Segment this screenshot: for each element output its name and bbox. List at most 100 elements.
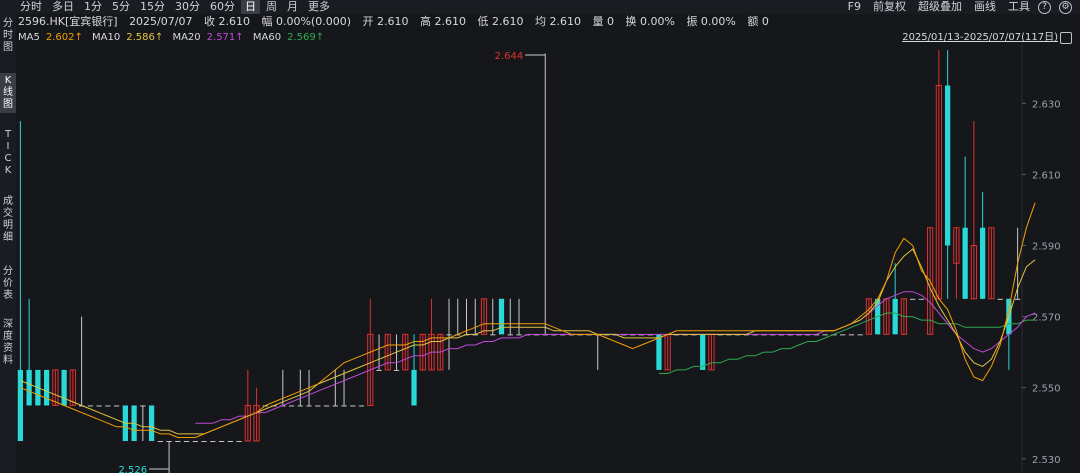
sidebar-tab[interactable]: K线图 <box>0 73 16 113</box>
candle-body <box>341 405 347 407</box>
period-tab[interactable]: 5分 <box>108 0 134 14</box>
candle-body <box>192 441 198 443</box>
candle-body <box>980 227 986 299</box>
candle-body <box>446 334 452 336</box>
sidebar-tab[interactable]: 深度资料 <box>0 317 16 369</box>
ma20-value: 2.571↑ <box>206 32 244 43</box>
quote-open: 开 2.610 <box>362 15 409 28</box>
stock-code: 2596.HK[宜宾银行] <box>18 15 118 28</box>
period-tab[interactable]: 日 <box>241 0 260 14</box>
candle-body <box>218 441 225 443</box>
ma20-label: MA20 <box>172 32 201 43</box>
candle-body <box>26 369 32 406</box>
candle-body <box>315 405 321 407</box>
quote-high: 高 2.610 <box>419 15 466 28</box>
candle-body <box>507 334 513 336</box>
period-tab[interactable]: 分时 <box>16 0 46 14</box>
ma60-value: 2.569↑ <box>287 32 325 43</box>
candle-body <box>105 405 111 407</box>
candle-body <box>166 441 172 443</box>
quote-amplitude: 振 0.00% <box>686 15 736 28</box>
candle-body <box>227 441 233 443</box>
period-tab[interactable]: 15分 <box>136 0 169 14</box>
candle-body <box>700 334 706 370</box>
period-tab[interactable]: 周 <box>262 0 281 14</box>
period-tab[interactable]: 60分 <box>206 0 239 14</box>
period-tab[interactable]: 30分 <box>171 0 204 14</box>
y-tick-label: 2.570 <box>1032 313 1061 324</box>
candle-body <box>376 369 382 371</box>
candle-body <box>183 441 190 443</box>
annotation-label: 2.526 <box>118 465 147 473</box>
candle-body <box>140 405 146 407</box>
candle-body <box>61 369 67 406</box>
candle-body <box>498 298 505 335</box>
ma20-line <box>195 291 1036 424</box>
candle-body <box>393 369 400 371</box>
quote-low: 低 2.610 <box>477 15 524 28</box>
candle-body <box>411 369 417 406</box>
y-tick-label: 2.530 <box>1032 455 1061 466</box>
y-tick-label: 2.590 <box>1032 241 1061 252</box>
ma5-value: 2.602↑ <box>45 32 83 43</box>
calendar-icon[interactable] <box>1060 32 1072 44</box>
candle-body <box>236 441 242 443</box>
candle-body <box>210 441 216 443</box>
settings-icon[interactable]: ⚙ <box>1059 0 1072 14</box>
quote-turnover: 换 0.00% <box>625 15 675 28</box>
candle-body <box>43 369 50 406</box>
sidebar-tab[interactable]: TICK <box>0 127 16 179</box>
ma-legend: MA5 2.602↑ MA10 2.586↑ MA20 2.571↑ MA60 2.56… <box>18 31 330 45</box>
candle-body <box>148 405 155 442</box>
candle-body <box>1015 298 1021 300</box>
quote-amount: 额 0 <box>747 15 769 28</box>
candle-body <box>17 369 23 442</box>
candle-body <box>656 334 662 370</box>
candle-body <box>945 85 951 246</box>
y-tick-label: 2.630 <box>1032 99 1061 110</box>
candle-body <box>848 334 855 336</box>
quote-avg: 均 2.610 <box>534 15 581 28</box>
sidebar-tab[interactable]: 分价表 <box>0 264 16 304</box>
candle-body <box>288 405 295 407</box>
period-tab[interactable]: 多日 <box>48 0 78 14</box>
kline-chart[interactable]: 2.630 2.610 2.590 2.570 2.550 2.530 2.644 2.526 <box>16 45 1080 473</box>
adjust-button[interactable]: 前复权 <box>873 0 906 14</box>
period-tab[interactable]: 月 <box>283 0 302 14</box>
help-icon[interactable]: ? <box>1038 0 1051 14</box>
quote-line: 2596.HK[宜宾银行] 2025/07/07 收 2.610 幅 0.00%… <box>18 15 777 29</box>
ma10-value: 2.586↑ <box>126 32 164 43</box>
candle-body <box>306 405 312 407</box>
candle-body <box>822 334 828 336</box>
ma5-line <box>20 202 1036 438</box>
y-tick-label: 2.610 <box>1032 170 1061 181</box>
candle-body <box>297 405 303 407</box>
quote-date: 2025/07/07 <box>129 15 193 28</box>
quote-change: 幅 0.00%(0.000) <box>261 15 351 28</box>
candle-body <box>516 334 522 336</box>
overlay-button[interactable]: 超级叠加 <box>918 0 962 14</box>
ma60-label: MA60 <box>252 32 282 43</box>
ma5-label: MA5 <box>18 32 40 43</box>
period-tab[interactable]: 更多 <box>304 0 334 14</box>
quote-close: 收 2.610 <box>203 15 250 28</box>
candle-body <box>358 405 365 407</box>
candle-body <box>175 441 181 443</box>
candle-body <box>332 405 338 407</box>
date-range[interactable]: 2025/01/13-2025/07/07(117日) <box>902 31 1058 45</box>
sidebar-tab[interactable]: 成交明细 <box>0 194 16 246</box>
tools-button[interactable]: 工具 <box>1008 0 1030 14</box>
draw-line-button[interactable]: 画线 <box>974 0 996 14</box>
f9-button[interactable]: F9 <box>848 0 861 14</box>
top-toolbar: 分时 多日 1分 5分 15分 30分 60分日周月更多 F9 前复权 超级叠加 画线 工具… <box>0 0 1080 14</box>
y-tick-label: 2.550 <box>1032 384 1061 395</box>
period-tab[interactable]: 1分 <box>80 0 106 14</box>
candle-body <box>962 227 968 299</box>
candle-body <box>201 441 207 443</box>
candle-body <box>323 405 330 407</box>
sidebar-tab[interactable]: 分时图 <box>0 16 16 56</box>
candle-body <box>910 298 916 300</box>
candle-body <box>892 298 898 335</box>
left-sidebar: 分时图 K线图 TICK 成交明细分价表深度资料 <box>0 14 16 473</box>
candle-body <box>87 405 93 407</box>
